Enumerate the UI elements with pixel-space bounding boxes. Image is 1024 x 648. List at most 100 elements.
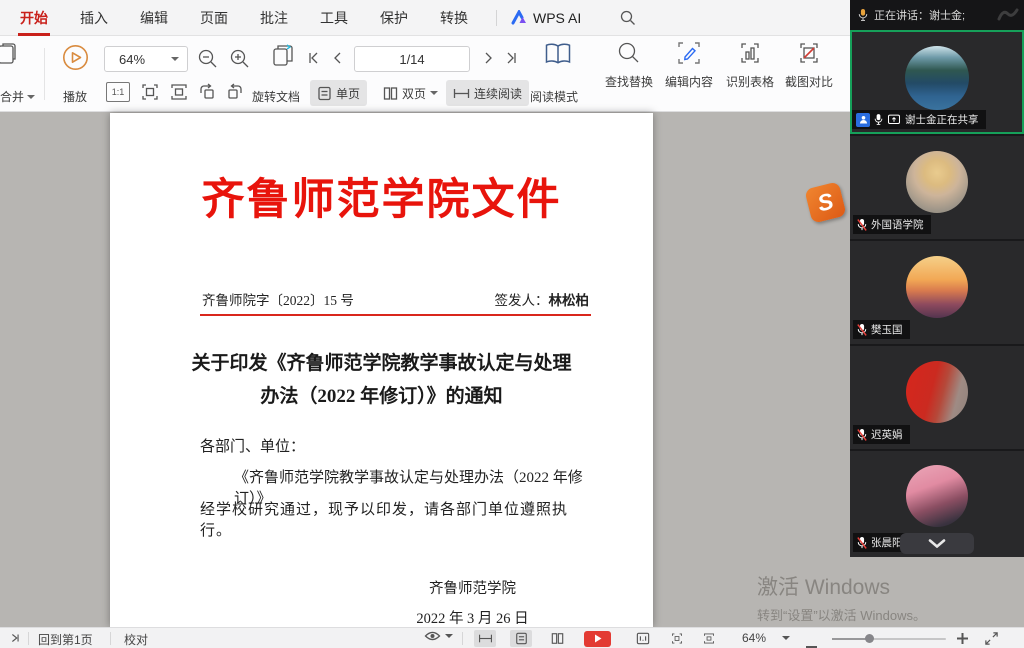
back-to-first-page-button[interactable]: 回到第1页 (38, 631, 93, 648)
menu-tab-convert[interactable]: 转换 (434, 0, 474, 36)
find-replace-button[interactable]: 查找替换 (601, 40, 657, 90)
menu-tab-tools[interactable]: 工具 (314, 0, 354, 36)
zoom-select[interactable]: 64% (104, 46, 188, 72)
one-to-one-icon (636, 632, 650, 645)
recognize-table-label: 识别表格 (722, 73, 778, 90)
toolbar: 合并 播放 64% 旋转文档 (0, 36, 852, 112)
next-page-button[interactable] (480, 50, 496, 69)
participant-tile[interactable]: 樊玉国 (850, 241, 1024, 344)
double-page-button[interactable]: 双页 (376, 80, 445, 106)
menu-bar: 开始 插入 编辑 页面 批注 工具 保护 转换 WPS AI (0, 0, 852, 36)
play-icon (594, 634, 602, 643)
status-divider (110, 632, 111, 645)
menu-tab-insert[interactable]: 插入 (74, 0, 114, 36)
participant-tile[interactable]: 迟英娟 (850, 346, 1024, 449)
participant-name: 外国语学院 (871, 217, 924, 232)
fit-width-icon (702, 632, 716, 645)
meeting-app-logo-icon (997, 5, 1019, 23)
collapse-panel-button[interactable] (900, 533, 974, 554)
avatar (906, 256, 968, 318)
status-divider (462, 632, 463, 645)
screenshot-compare-button[interactable]: 截图对比 (781, 40, 837, 90)
chevron-down-icon[interactable] (782, 636, 790, 640)
single-page-label: 单页 (336, 85, 360, 102)
speaking-banner: 正在讲话：谢士金; (850, 0, 1024, 30)
mic-muted-icon (857, 428, 867, 442)
prev-page-button[interactable] (330, 50, 346, 69)
merge-icon (0, 42, 18, 69)
participant-name: 樊玉国 (871, 322, 903, 337)
mic-on-icon (874, 113, 883, 126)
zoom-out-button[interactable] (197, 48, 218, 72)
zoom-value: 64% (119, 52, 145, 67)
avatar (905, 46, 969, 110)
participant-tile[interactable]: 谢士金正在共享 (850, 30, 1024, 134)
reading-mode-button[interactable]: 阅读模式 (530, 88, 578, 105)
first-page-button[interactable] (306, 50, 322, 69)
fullscreen-button[interactable] (984, 631, 999, 648)
badge-letter: S (815, 188, 836, 218)
play-button[interactable]: 播放 (63, 88, 87, 105)
wps-ai-button[interactable]: WPS AI (511, 10, 581, 26)
edit-content-icon (676, 40, 702, 66)
double-page-label: 双页 (402, 85, 426, 102)
meeting-sidebar: 正在讲话：谢士金; (850, 0, 1024, 557)
merge-button[interactable]: 合并 (0, 88, 35, 105)
input-method-badge: S (804, 181, 846, 223)
search-icon (619, 9, 636, 26)
double-page-toggle[interactable] (546, 630, 568, 647)
continuous-read-button[interactable]: 连续阅读 (446, 80, 529, 106)
fit-page-icon (670, 632, 684, 645)
autoplay-button[interactable] (584, 631, 611, 647)
go-last-icon[interactable] (8, 631, 22, 648)
continuous-read-icon (478, 633, 493, 644)
single-page-toggle[interactable] (510, 630, 532, 647)
zoom-out-step-button[interactable] (806, 637, 817, 648)
menu-tab-edit[interactable]: 编辑 (134, 0, 174, 36)
participant-tile[interactable]: 外国语学院 (850, 136, 1024, 239)
fit-width-button[interactable] (169, 82, 189, 105)
proofread-button[interactable]: 校对 (124, 631, 148, 648)
windows-activation-watermark: 激活 Windows 转到“设置”以激活 Windows。 (757, 571, 926, 624)
fit-width-toggle[interactable] (698, 630, 720, 647)
zoom-in-button[interactable] (229, 48, 250, 72)
merge-label: 合并 (0, 88, 24, 105)
rotate-right-button[interactable] (225, 82, 245, 105)
participant-label: 樊玉国 (853, 320, 910, 339)
double-page-icon (383, 86, 398, 101)
zoom-slider-handle[interactable] (865, 634, 874, 643)
single-page-icon (515, 632, 528, 645)
actual-size-toggle[interactable] (632, 630, 654, 647)
screen-share-icon (887, 114, 901, 125)
view-options-button[interactable] (424, 630, 453, 642)
menu-tab-protect[interactable]: 保护 (374, 0, 414, 36)
continuous-read-toggle[interactable] (474, 630, 496, 647)
status-zoom-value[interactable]: 64% (742, 631, 766, 645)
continuous-read-label: 连续阅读 (474, 85, 522, 102)
document-red-header: 齐鲁师范学院文件 (110, 165, 653, 227)
participant-name: 张晨阳 (871, 535, 903, 550)
rotate-document-button[interactable]: 旋转文档 (252, 88, 300, 105)
screenshot-compare-label: 截图对比 (781, 73, 837, 90)
toolbar-divider (44, 48, 45, 100)
menu-tab-comment[interactable]: 批注 (254, 0, 294, 36)
chevron-down-icon (27, 95, 35, 99)
wps-ai-icon (511, 10, 528, 25)
single-page-button[interactable]: 单页 (310, 80, 367, 106)
edit-content-button[interactable]: 编辑内容 (661, 40, 717, 90)
document-page[interactable]: 齐鲁师范学院文件 齐鲁师院字〔2022〕15 号 签发人：林松柏 关于印发《齐鲁… (110, 113, 653, 627)
avatar (906, 465, 968, 527)
page-indicator-input[interactable]: 1/14 (354, 46, 470, 72)
actual-size-button[interactable]: 1:1 (106, 82, 130, 102)
recognize-table-button[interactable]: 识别表格 (722, 40, 778, 90)
fit-page-button[interactable] (140, 82, 160, 105)
rotate-left-button[interactable] (197, 82, 217, 105)
zoom-in-step-button[interactable] (956, 632, 969, 648)
menu-search-button[interactable] (619, 9, 636, 26)
menu-tab-home[interactable]: 开始 (14, 0, 54, 36)
menu-tab-page[interactable]: 页面 (194, 0, 234, 36)
signature-org: 齐鲁师范学院 (360, 577, 585, 598)
last-page-button[interactable] (503, 50, 519, 69)
fit-page-toggle[interactable] (666, 630, 688, 647)
speaking-mic-icon (858, 8, 868, 22)
